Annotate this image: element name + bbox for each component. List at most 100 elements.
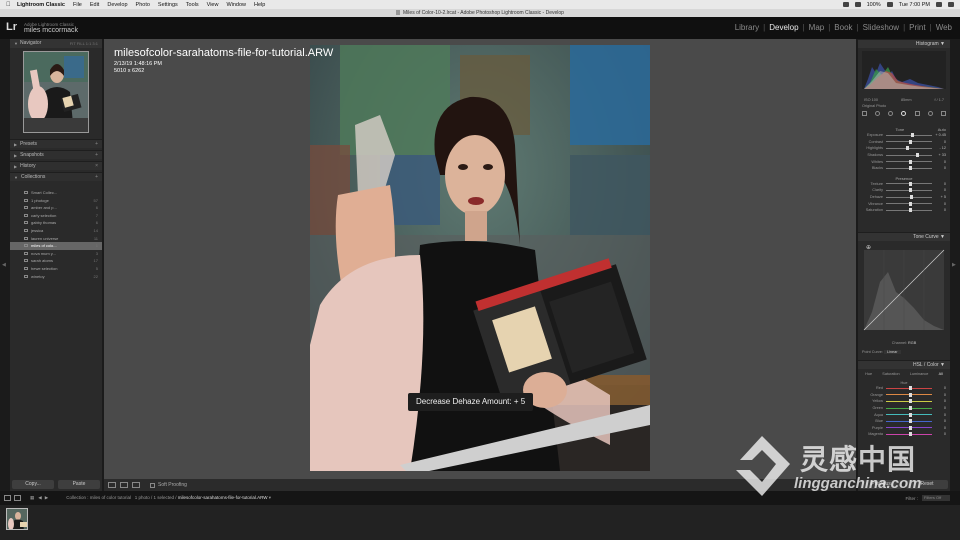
hsl-slider-yellow[interactable]: Yellow 0 — [858, 398, 950, 405]
navigator-preview[interactable] — [23, 51, 89, 133]
collection-item[interactable]: sarah atoms 17 — [10, 257, 102, 265]
slider-knob[interactable] — [906, 146, 910, 151]
filter-dropdown[interactable]: Filters Off — [922, 495, 950, 501]
add-collection-icon[interactable]: + — [95, 173, 102, 181]
slider-knob[interactable] — [909, 432, 912, 437]
slider-value[interactable]: 0 — [932, 208, 946, 212]
presets-header[interactable]: ▶ Presets + — [10, 139, 102, 148]
slider-knob[interactable] — [909, 181, 912, 186]
menu-list-icon[interactable] — [948, 2, 954, 7]
history-header[interactable]: ▶ History × — [10, 161, 102, 170]
slider-track[interactable] — [886, 201, 932, 206]
slider-value[interactable]: + 33 — [932, 153, 947, 157]
add-snapshot-icon[interactable]: + — [95, 151, 102, 159]
collection-item[interactable]: nova mum y... 3 — [10, 250, 102, 258]
menu-help[interactable]: Help — [254, 2, 265, 8]
clear-history-icon[interactable]: × — [95, 162, 102, 170]
point-curve-select[interactable]: Point Curve: Linear — [858, 350, 950, 354]
swap-icon[interactable] — [132, 482, 140, 488]
slider-knob[interactable] — [909, 412, 912, 417]
slider-knob[interactable] — [909, 419, 912, 424]
hsl-slider-purple[interactable]: Purple 0 — [858, 425, 950, 432]
slider-vibrance[interactable]: Vibrance 0 — [858, 200, 950, 207]
menu-app[interactable]: Lightroom Classic — [17, 2, 65, 8]
module-book[interactable]: Book — [830, 23, 856, 32]
slider-value[interactable]: 0 — [932, 188, 946, 192]
clock[interactable]: Tue 7:00 PM — [899, 2, 930, 8]
collection-item[interactable]: lauren universe 11 — [10, 235, 102, 243]
module-print[interactable]: Print — [905, 23, 929, 32]
menu-edit[interactable]: Edit — [90, 2, 99, 8]
slider-exposure[interactable]: Exposure + 0.45 — [858, 132, 950, 139]
collection-item-selected[interactable]: miles of colo... 1 — [10, 242, 102, 250]
slider-knob[interactable] — [909, 399, 912, 404]
grid-icon[interactable]: ▦ — [30, 495, 34, 501]
loupe-view-icon[interactable] — [108, 482, 116, 488]
slider-value[interactable]: 0 — [932, 160, 946, 164]
slider-track[interactable] — [886, 181, 932, 186]
slider-track[interactable] — [886, 406, 932, 411]
hsl-slider-green[interactable]: Green 0 — [858, 405, 950, 412]
auto-button[interactable]: Auto — [938, 127, 946, 132]
spotlight-icon[interactable] — [936, 2, 942, 7]
zoom-options[interactable]: FIT FILL 1:1 3:1 — [70, 39, 102, 48]
collections-header[interactable]: ▼ Collections + — [10, 172, 102, 181]
slider-knob[interactable] — [910, 195, 914, 200]
slider-clarity[interactable]: Clarity 0 — [858, 187, 950, 194]
menu-tools[interactable]: Tools — [186, 2, 199, 8]
slider-track[interactable] — [886, 425, 932, 430]
reset-button[interactable]: Reset — [906, 479, 948, 489]
slider-knob[interactable] — [911, 133, 915, 138]
soft-proofing-checkbox[interactable] — [150, 482, 155, 488]
slider-shadows[interactable]: Shadows + 33 — [858, 152, 950, 159]
copy-button[interactable]: Copy... — [12, 479, 54, 489]
red-eye-icon[interactable] — [888, 110, 894, 116]
collection-item[interactable]: winetoy 22 — [10, 273, 102, 281]
module-library[interactable]: Library — [731, 23, 763, 32]
tab-all[interactable]: All — [939, 372, 943, 376]
spot-removal-icon[interactable] — [875, 110, 881, 116]
tab-luminance[interactable]: Luminance — [910, 372, 929, 376]
apple-icon[interactable]:  — [6, 2, 12, 8]
slider-track[interactable] — [886, 412, 932, 417]
tab-saturation[interactable]: Saturation — [882, 372, 899, 376]
add-preset-icon[interactable]: + — [95, 140, 102, 148]
slider-track[interactable] — [886, 146, 932, 151]
slider-track[interactable] — [886, 139, 932, 144]
slider-value[interactable]: 0 — [932, 166, 946, 170]
slider-value[interactable]: + 0.45 — [932, 133, 946, 137]
radial-filter-icon[interactable] — [927, 110, 933, 116]
menu-settings[interactable]: Settings — [158, 2, 178, 8]
image-view[interactable]: milesofcolor-sarahatoms-file-for-tutoria… — [104, 39, 856, 479]
slider-texture[interactable]: Texture 0 — [858, 181, 950, 188]
menu-photo[interactable]: Photo — [136, 2, 150, 8]
slider-knob[interactable] — [909, 139, 912, 144]
histogram-header[interactable]: Histogram ▼ — [858, 39, 950, 48]
slider-saturation[interactable]: Saturation 0 — [858, 207, 950, 214]
slider-dehaze[interactable]: Dehaze + 5 — [858, 194, 950, 201]
right-panel-toggle-icon[interactable]: ▶ — [952, 262, 956, 268]
original-photo-checkbox[interactable]: Original Photo — [858, 104, 950, 108]
collection-item[interactable]: carly selection 7 — [10, 212, 102, 220]
channel-select[interactable]: Channel: RGB — [858, 341, 950, 345]
brush-icon[interactable] — [940, 110, 946, 116]
slider-track[interactable] — [886, 392, 932, 397]
battery-icon[interactable] — [886, 2, 893, 7]
collection-item[interactable]: gabby thomas 6 — [10, 219, 102, 227]
slider-knob[interactable] — [909, 406, 912, 411]
volume-icon[interactable] — [854, 2, 861, 7]
menu-develop[interactable]: Develop — [107, 2, 127, 8]
navigator-header[interactable]: ▼ Navigator FIT FILL 1:1 3:1 — [10, 39, 102, 48]
slider-track[interactable] — [886, 153, 932, 158]
slider-value[interactable]: 0 — [932, 202, 946, 206]
menu-window[interactable]: Window — [226, 2, 246, 8]
slider-value[interactable]: 0 — [932, 140, 946, 144]
snapshots-header[interactable]: ▶ Snapshots + — [10, 150, 102, 159]
slider-track[interactable] — [886, 166, 932, 171]
slider-knob[interactable] — [909, 201, 912, 206]
menu-file[interactable]: File — [73, 2, 82, 8]
slider-value[interactable]: 0 — [932, 182, 946, 186]
menu-view[interactable]: View — [207, 2, 219, 8]
back-arrow-icon[interactable]: ◀ — [38, 495, 41, 501]
slider-track[interactable] — [886, 399, 932, 404]
